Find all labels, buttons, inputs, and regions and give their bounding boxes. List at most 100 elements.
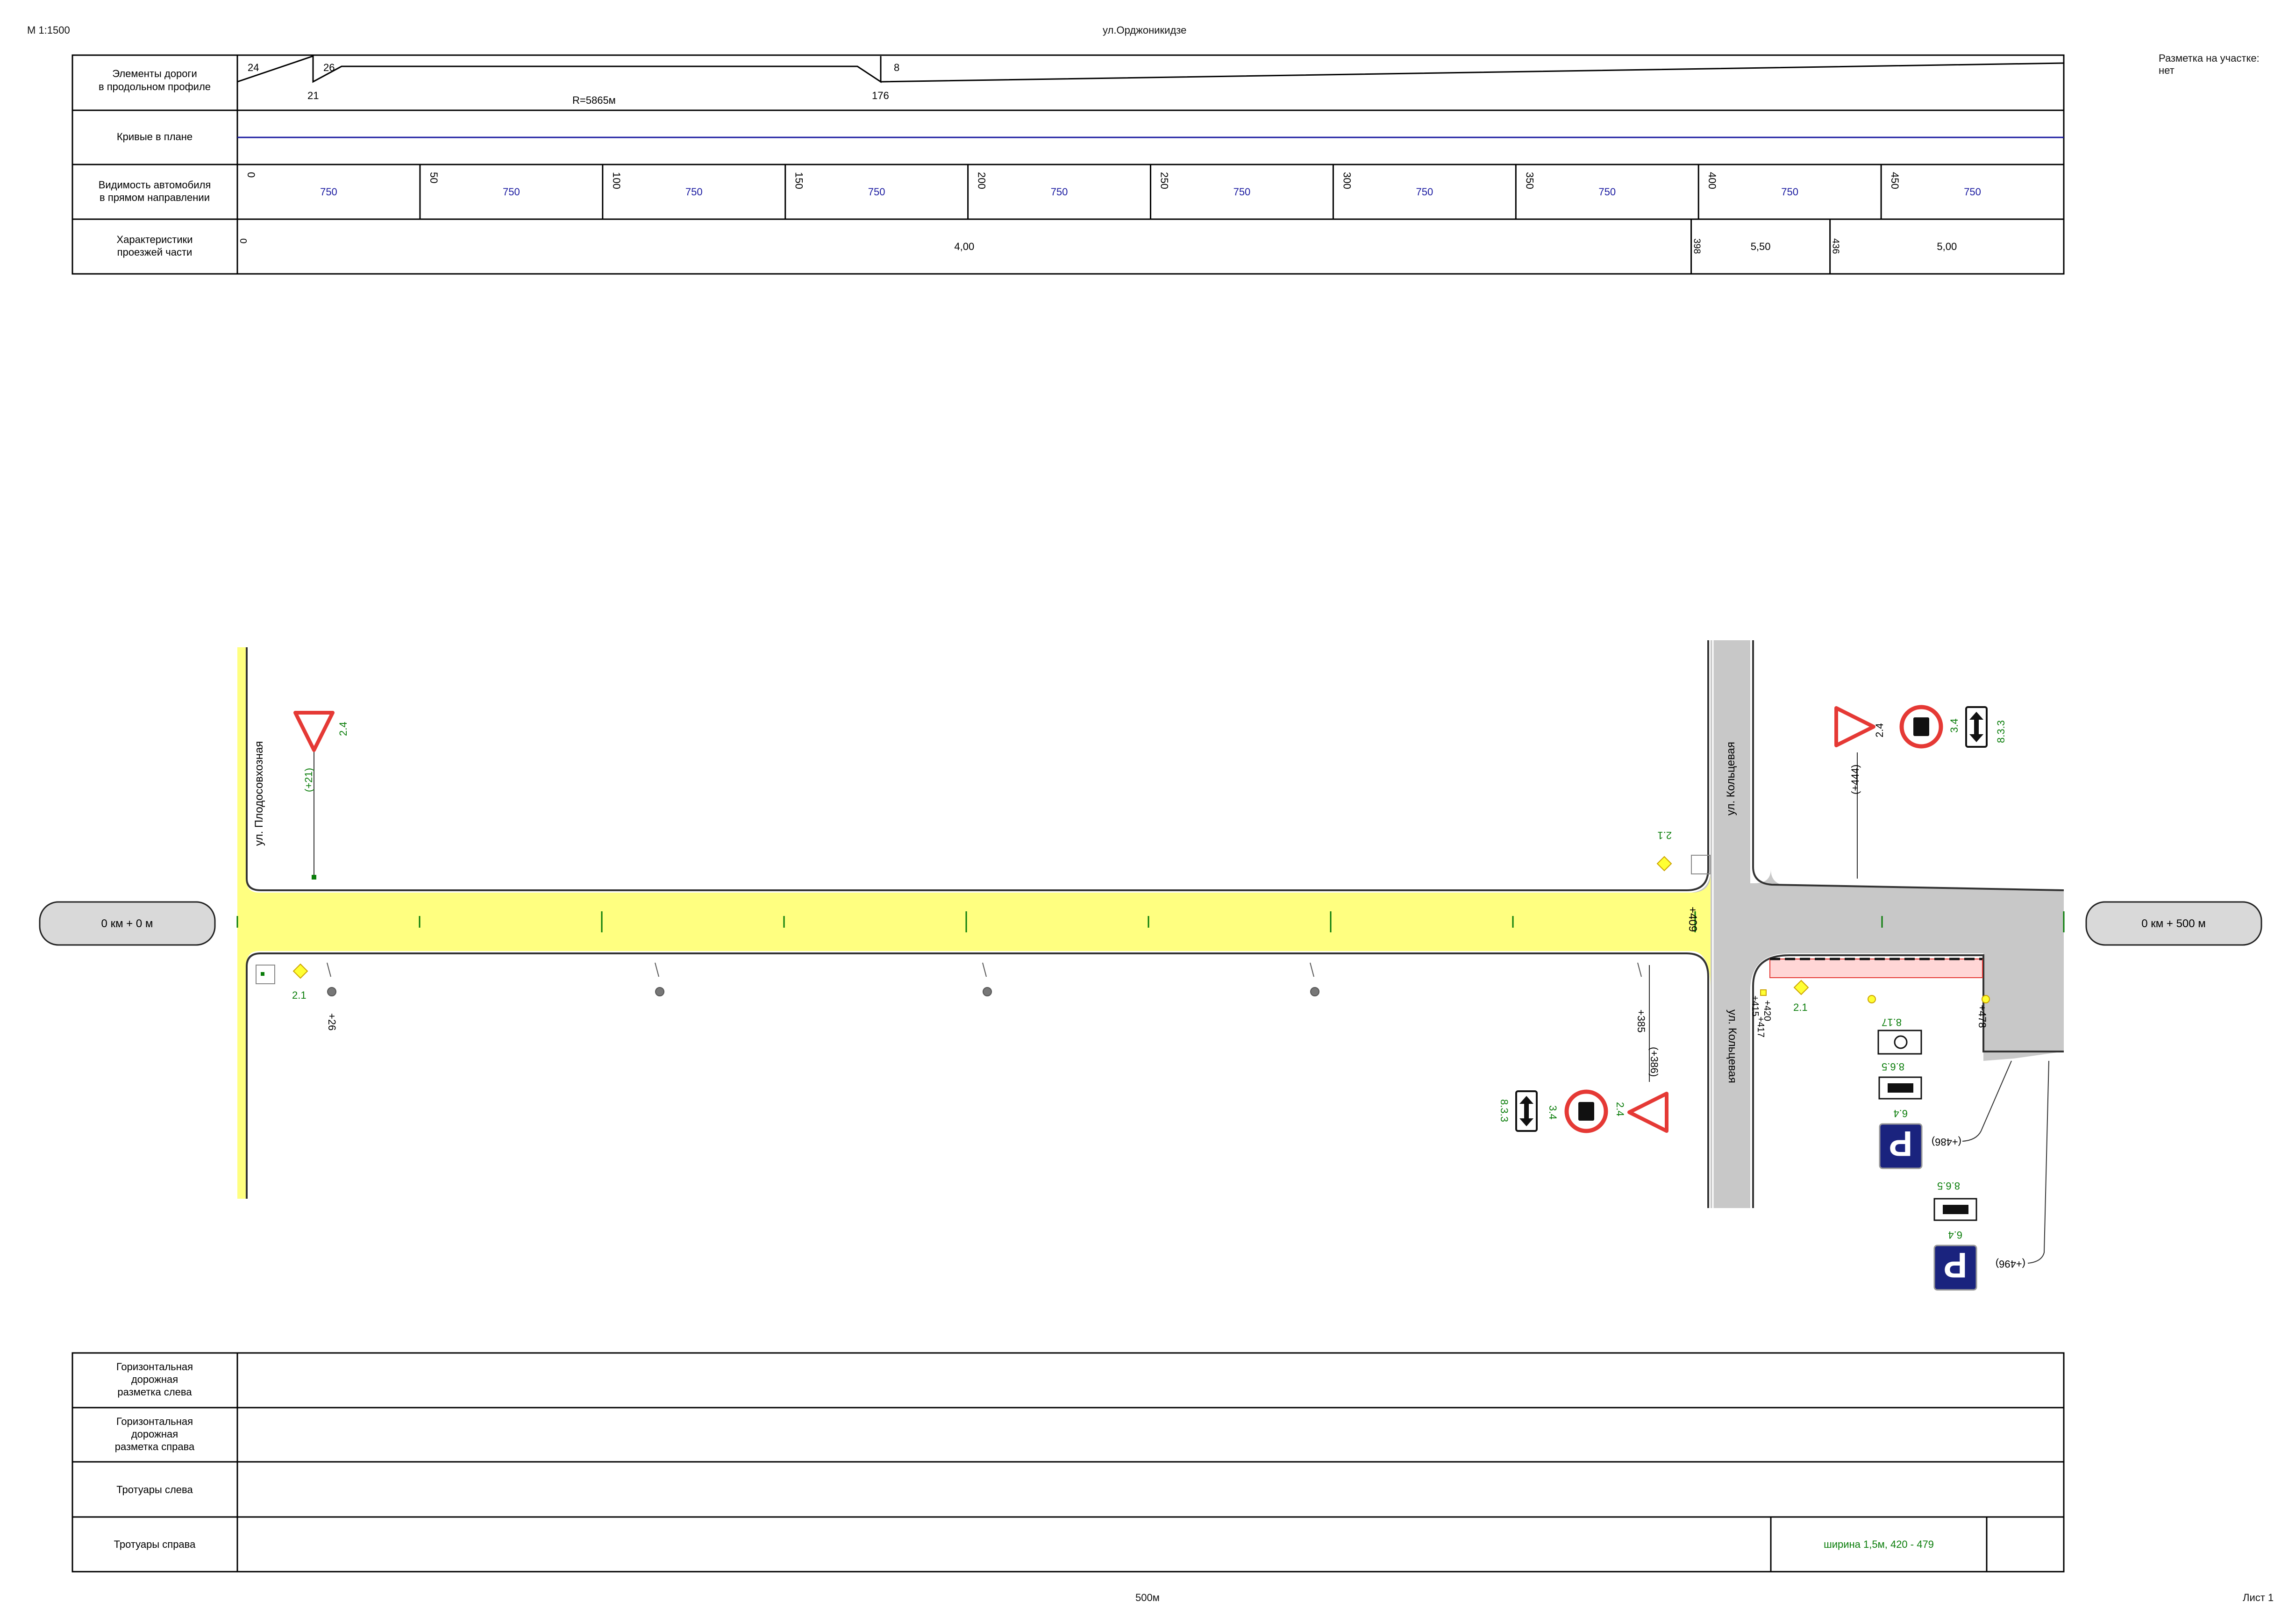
street-label-right-bottom: ул. Кольцевая	[1726, 1009, 1739, 1083]
bottom-row-1-line1: Горизонтальная	[116, 1361, 193, 1373]
main-road	[237, 647, 1711, 1199]
chainage-386: (+386)	[1648, 1047, 1660, 1077]
visibility-value: 750	[868, 186, 885, 198]
pk-409-label: +409	[1686, 907, 1699, 932]
end-marker-label: 0 км + 500 м	[2141, 917, 2206, 930]
bottom-row-2-line2: дорожная	[131, 1428, 178, 1440]
road-plan	[236, 640, 2065, 1208]
main-road-code-left: 2.1	[292, 989, 307, 1001]
visibility-pk: 150	[793, 172, 805, 189]
chainage-496: (+496)	[1996, 1258, 2025, 1270]
svg-text:P: P	[1889, 1123, 1913, 1163]
bottom-row-4-label: Тротуары справа	[114, 1538, 196, 1550]
profile-break-2: 176	[872, 90, 889, 101]
disabled-code: 8.17	[1882, 1016, 1902, 1028]
profile-grade-left: 24	[248, 62, 259, 73]
yield-sign-left	[293, 711, 335, 752]
road-sheet: Элементы дороги в продольном профиле Кри…	[39, 54, 2262, 1573]
both-dirs-sign-444	[1965, 706, 1988, 748]
parking-code-496: 6.4	[1948, 1229, 1962, 1241]
both-dirs-code-444: 8.3.3	[1995, 720, 2007, 743]
bottom-row-1-line3: разметка слева	[117, 1386, 192, 1398]
lamp-posts	[327, 962, 1642, 996]
visibility-value: 750	[503, 186, 520, 198]
no-trucks-code-386: 3.4	[1547, 1105, 1559, 1120]
parking-code-486: 6.4	[1893, 1108, 1908, 1119]
chainage-444: (+444)	[1849, 765, 1861, 794]
bottom-row-1-line2: дорожная	[131, 1374, 178, 1385]
start-marker-label: 0 км + 0 м	[101, 917, 153, 930]
carriageway-width: 5,00	[1937, 241, 1957, 252]
yield-code-444: 2.4	[1874, 723, 1885, 737]
visibility-pk: 300	[1341, 172, 1353, 189]
visibility-value: 750	[1051, 186, 1068, 198]
parking-sign-496: P	[1933, 1245, 1977, 1291]
profile-grade-right: 8	[894, 62, 899, 73]
bottom-row-2-line3: разметка справа	[115, 1441, 195, 1452]
profile-radius: R=5865м	[572, 94, 616, 106]
visibility-value: 750	[1964, 186, 1981, 198]
profile-line	[237, 55, 2064, 83]
main-road-code-right-bottom: 2.1	[1793, 1002, 1808, 1013]
row-label-carriageway-2: проезжей части	[117, 246, 193, 258]
parking-method-sign-496	[1933, 1198, 1977, 1221]
visibility-pk: 450	[1889, 172, 1901, 189]
bottom-row-3-label: Тротуары слева	[116, 1484, 193, 1495]
row-label-curves: Кривые в плане	[117, 131, 193, 143]
visibility-value: 750	[685, 186, 703, 198]
chainage-478: +478	[1976, 1005, 1988, 1028]
parking-method-code-496: 8.6.5	[1937, 1180, 1960, 1192]
yield-code-left: 2.4	[337, 722, 349, 736]
yield-sign-386	[1627, 1092, 1669, 1133]
main-road-sign-right-bottom	[1793, 980, 1809, 995]
parking-sign-486: P	[1879, 1123, 1923, 1169]
visibility-value: 750	[320, 186, 337, 198]
yield-code-386: 2.4	[1614, 1102, 1626, 1116]
carriageway-pk: 0	[238, 238, 248, 243]
bottom-table	[71, 1352, 2065, 1573]
row-label-visibility-2: в прямом направлении	[100, 192, 210, 203]
chainage-26: +26	[326, 1013, 338, 1030]
main-road-sign-right-top	[1656, 856, 1672, 872]
profile-grade-mid: 26	[323, 62, 335, 73]
main-road-code-right-top: 2.1	[1657, 830, 1672, 841]
street-label-left: ул. Плодосовхозная	[253, 741, 265, 846]
chainage-486: (+486)	[1932, 1136, 1961, 1148]
parking-zone	[1769, 959, 1983, 978]
chainage-21: (+21)	[303, 768, 314, 792]
row-label-profile-2: в продольном профиле	[99, 81, 211, 93]
visibility-pk: 250	[1159, 172, 1170, 189]
visibility-value: 750	[1598, 186, 1616, 198]
visibility-pk: 400	[1706, 172, 1718, 189]
row-label-visibility-1: Видимость автомобиля	[99, 179, 211, 191]
no-trucks-sign-444	[1899, 705, 1943, 749]
visibility-pk: 350	[1524, 172, 1535, 189]
carriageway-pk: 436	[1831, 238, 1841, 254]
carriageway-pk: 398	[1692, 238, 1702, 254]
main-road-sign-left	[292, 963, 308, 979]
visibility-cells: 0 750 50 750 100 750 150 750 200 750 250 750 300 750 3…	[245, 165, 1981, 219]
carriageway-cells: 0 4,00 398 5,50 436 5,00	[238, 219, 1957, 274]
bottom-row-2-line1: Горизонтальная	[116, 1416, 193, 1427]
visibility-value: 750	[1416, 186, 1433, 198]
sidewalk-right-note: ширина 1,5м, 420 - 479	[1824, 1538, 1934, 1550]
chainage-415: +415	[1750, 995, 1760, 1016]
yield-sign-444	[1834, 706, 1875, 747]
carriageway-width: 4,00	[954, 241, 974, 252]
profile-break-1: 21	[307, 90, 319, 101]
row-label-carriageway-1: Характеристики	[116, 234, 193, 245]
svg-text:P: P	[1944, 1245, 1968, 1285]
visibility-value: 750	[1234, 186, 1251, 198]
parking-method-sign-486	[1878, 1076, 1922, 1100]
both-dirs-sign-386	[1515, 1090, 1538, 1132]
row-label-profile-1: Элементы дороги	[112, 68, 197, 79]
chainage-417: +417	[1755, 1016, 1766, 1037]
both-dirs-code-386: 8.3.3	[1498, 1099, 1510, 1122]
visibility-value: 750	[1781, 186, 1798, 198]
chainage-385: +385	[1635, 1009, 1647, 1033]
disabled-plate-sign	[1877, 1030, 1922, 1055]
visibility-pk: 200	[976, 172, 988, 189]
visibility-pk: 50	[428, 172, 440, 183]
no-trucks-code-444: 3.4	[1948, 718, 1960, 733]
carriageway-width: 5,50	[1751, 241, 1771, 252]
